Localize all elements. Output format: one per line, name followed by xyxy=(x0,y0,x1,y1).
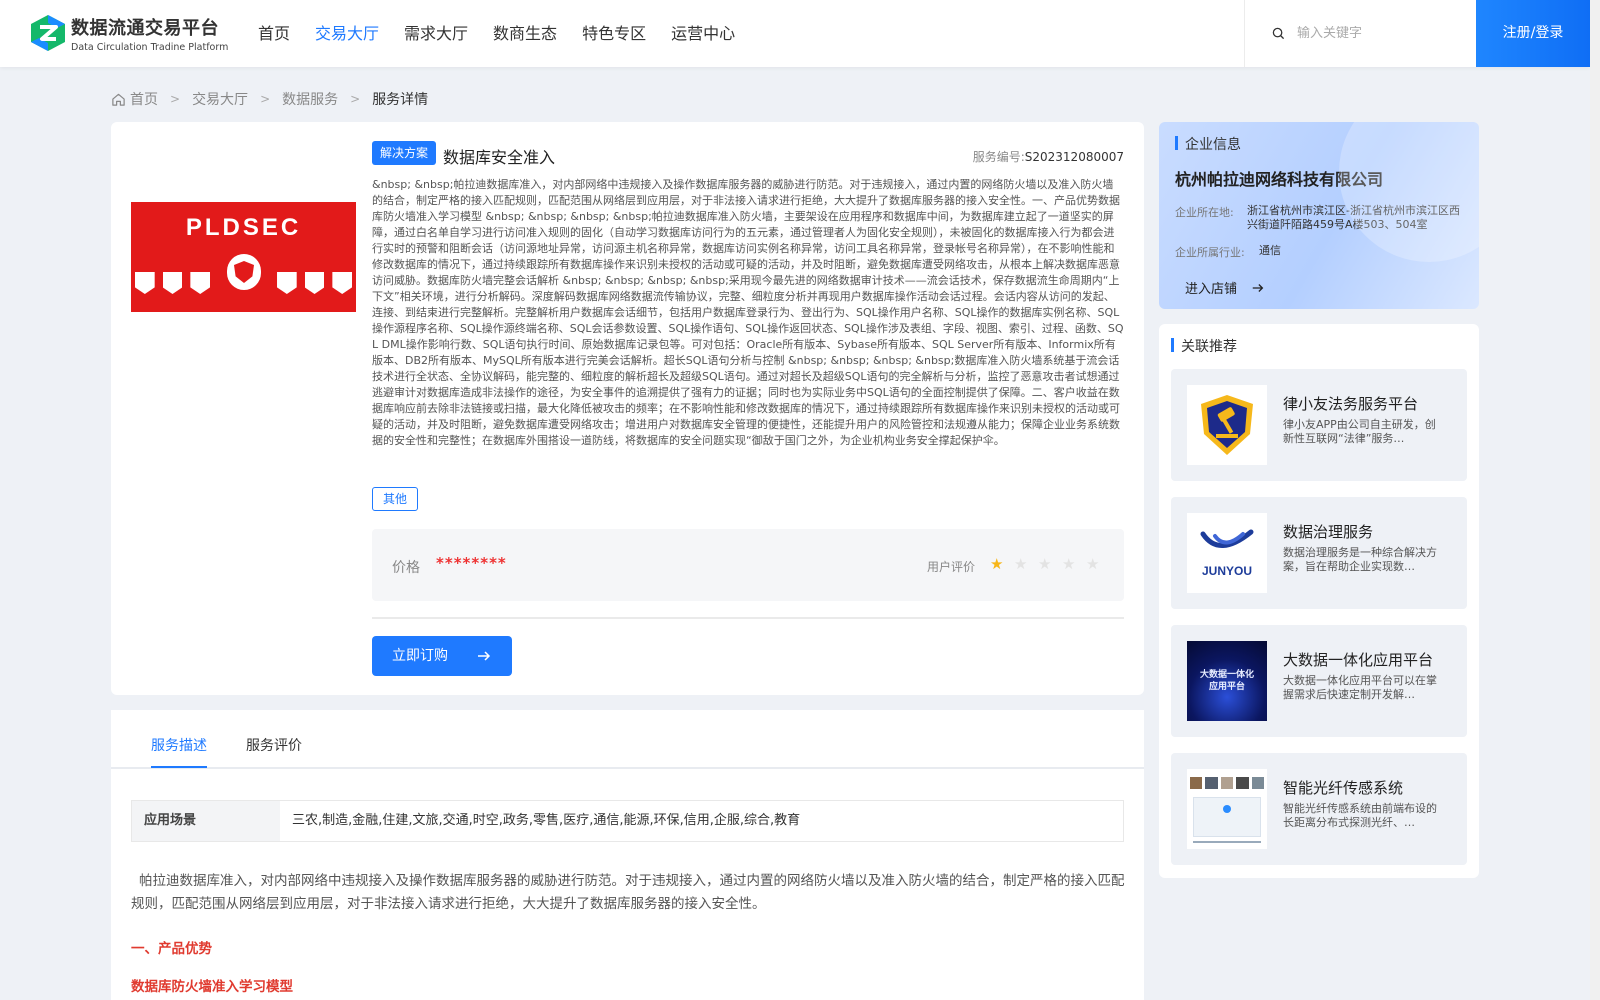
service-description: &nbsp; &nbsp;帕拉迪数据库准入，对内部网络中违规接入及操作数据库服务… xyxy=(372,178,1124,447)
star-icon[interactable]: ★ xyxy=(1014,555,1038,573)
bigdata-thumb: 大数据一体化应用平台 xyxy=(1187,641,1267,721)
scene-table: 应用场景 三农,制造,金融,住建,文旅,交通,时空,政务,零售,医疗,通信,能源… xyxy=(131,800,1124,842)
nav-special-zone[interactable]: 特色专区 xyxy=(582,0,646,67)
star-icon[interactable]: ★ xyxy=(990,555,1014,573)
company-location: 浙江省杭州市滨江区-浙江省杭州市滨江区西兴街道阡陌路459号A楼503、504室 xyxy=(1247,204,1460,231)
recommend-item-title: 律小友法务服务平台 xyxy=(1283,395,1419,413)
active-tab-indicator xyxy=(151,766,207,768)
scene-value: 三农,制造,金融,住建,文旅,交通,时空,政务,零售,医疗,通信,能源,环保,信… xyxy=(292,813,801,828)
fiber-thumb xyxy=(1187,769,1267,849)
subscribe-button[interactable]: 立即订购 xyxy=(372,636,512,676)
gavel-shield-icon xyxy=(1187,385,1267,465)
recommend-section-title: 关联推荐 xyxy=(1181,339,1237,355)
recommend-item-title: 智能光纤传感系统 xyxy=(1283,779,1404,797)
section-heading-learning-model: 数据库防火墙准入学习模型 xyxy=(131,979,293,995)
service-title: 数据库安全准入 xyxy=(443,148,556,167)
recommend-item-title: 数据治理服务 xyxy=(1283,523,1374,541)
bigdata-thumb-text: 大数据一体化应用平台 xyxy=(1199,670,1254,692)
nav-ecosystem[interactable]: 数商生态 xyxy=(493,0,557,67)
recommend-item-desc: 大数据一体化应用平台可以在掌握需求后快速定制开发解… xyxy=(1283,674,1437,701)
price-label: 价格 xyxy=(392,560,420,576)
recommend-item-desc: 智能光纤传感系统由前端布设的长距离分布式探测光纤、… xyxy=(1283,802,1437,829)
recommend-item[interactable]: JUNYOU 数据治理服务 数据治理服务是一种综合解决方案，旨在帮助企业实现数… xyxy=(1171,497,1467,609)
search-input[interactable] xyxy=(1297,26,1467,41)
arrow-right-icon xyxy=(478,651,491,661)
section-marker xyxy=(1171,338,1174,352)
nav-trading-hall[interactable]: 交易大厅 xyxy=(315,0,379,67)
top-header: 数据流通交易平台 Data Circulation Tradine Platfo… xyxy=(0,0,1590,67)
database-shield-icon xyxy=(227,254,261,290)
service-intro: 帕拉迪数据库准入，对内部网络中违规接入及操作数据库服务器的威胁进行防范。对于违规… xyxy=(131,873,1125,912)
arrow-right-icon xyxy=(1252,283,1264,292)
search-box xyxy=(1244,0,1476,67)
main-nav: 首页 交易大厅 需求大厅 数商生态 特色专区 运营中心 xyxy=(258,0,760,67)
breadcrumb-current: 服务详情 xyxy=(372,92,429,108)
breadcrumb-trading-hall[interactable]: 交易大厅 xyxy=(192,89,248,109)
tab-service-review[interactable]: 服务评价 xyxy=(246,735,302,755)
chevron-right-icon: > xyxy=(350,92,361,106)
logo-mark-icon xyxy=(29,13,67,53)
nav-home[interactable]: 首页 xyxy=(258,0,290,67)
company-location-label: 企业所在地: xyxy=(1175,206,1234,219)
tab-service-description[interactable]: 服务描述 xyxy=(151,735,207,755)
nav-demand-hall[interactable]: 需求大厅 xyxy=(404,0,468,67)
site-logo[interactable]: 数据流通交易平台 Data Circulation Tradine Platfo… xyxy=(29,13,228,53)
service-number: 服务编号:S202312080007 xyxy=(973,148,1124,165)
price-box: 价格 ******** 用户评价 ★ ★ ★ ★ ★ xyxy=(372,529,1124,601)
chevron-right-icon: > xyxy=(170,92,181,106)
star-icon[interactable]: ★ xyxy=(1038,555,1062,573)
detail-tabs: 服务描述 服务评价 xyxy=(111,710,1144,769)
breadcrumb: 首页 > 交易大厅 > 数据服务 > 服务详情 xyxy=(111,90,428,108)
company-info-card: 企业信息 杭州帕拉迪网络科技有限公司 企业所在地: 浙江省杭州市滨江区-浙江省杭… xyxy=(1159,122,1479,309)
home-icon xyxy=(112,93,125,106)
section-heading-advantages: 一、产品优势 xyxy=(131,941,212,957)
chevron-right-icon: > xyxy=(260,92,271,106)
scene-label: 应用场景 xyxy=(132,801,280,841)
category-tag[interactable]: 其他 xyxy=(372,487,419,511)
recommend-item-desc: 律小友APP由公司自主研发，创新性互联网“法律”服务… xyxy=(1283,418,1436,445)
rating-stars: ★ ★ ★ ★ ★ xyxy=(990,555,1110,573)
company-name: 杭州帕拉迪网络科技有限公司 xyxy=(1175,170,1384,189)
page-scrollbar[interactable] xyxy=(1590,0,1600,1000)
product-image: PLDSEC xyxy=(131,202,356,312)
enter-store-link[interactable]: 进入店铺 xyxy=(1185,278,1265,297)
breadcrumb-home[interactable]: 首页 xyxy=(130,89,158,109)
company-industry: 通信 xyxy=(1259,244,1281,257)
login-register-button[interactable]: 注册/登录 xyxy=(1476,0,1590,67)
recommend-item[interactable]: 律小友法务服务平台 律小友APP由公司自主研发，创新性互联网“法律”服务… xyxy=(1171,369,1467,481)
price-value: ******** xyxy=(436,554,507,572)
breadcrumb-data-service[interactable]: 数据服务 xyxy=(282,89,338,109)
recommend-item-title: 大数据一体化应用平台 xyxy=(1283,651,1434,669)
product-image-logo-text: PLDSEC xyxy=(185,214,302,241)
logo-subtitle: Data Circulation Tradine Platform xyxy=(71,41,229,53)
divider xyxy=(372,617,1124,619)
recommend-card: 关联推荐 律小友法务服务平台 律小友APP由公司自主研发，创新性互联网“法律”服… xyxy=(1159,324,1479,878)
service-number-label: 服务编号: xyxy=(972,150,1025,164)
recommend-item-desc: 数据治理服务是一种综合解决方案，旨在帮助企业实现数… xyxy=(1283,546,1437,573)
star-icon[interactable]: ★ xyxy=(1086,555,1110,573)
service-number-value: S202312080007 xyxy=(1024,150,1124,164)
junyou-logo: JUNYOU xyxy=(1187,513,1267,593)
search-icon[interactable] xyxy=(1272,27,1285,40)
rating-label: 用户评价 xyxy=(927,560,976,574)
detail-panel: 服务描述 服务评价 应用场景 三农,制造,金融,住建,文旅,交通,时空,政务,零… xyxy=(111,710,1144,1000)
recommend-item[interactable]: 智能光纤传感系统 智能光纤传感系统由前端布设的长距离分布式探测光纤、… xyxy=(1171,753,1467,865)
solution-tag: 解决方案 xyxy=(372,141,437,165)
section-marker xyxy=(1175,136,1178,150)
nav-operations[interactable]: 运营中心 xyxy=(671,0,735,67)
logo-title: 数据流通交易平台 xyxy=(71,17,219,39)
company-section-title: 企业信息 xyxy=(1185,137,1241,153)
enter-store-label: 进入店铺 xyxy=(1185,282,1238,297)
subscribe-button-label: 立即订购 xyxy=(392,648,448,664)
company-industry-label: 企业所属行业: xyxy=(1175,246,1245,259)
recommend-item[interactable]: 大数据一体化应用平台 大数据一体化应用平台 大数据一体化应用平台可以在掌握需求后… xyxy=(1171,625,1467,737)
product-card: PLDSEC 解决方案 数据库安全准入 服务编号:S202312080007 &… xyxy=(111,122,1144,695)
star-icon[interactable]: ★ xyxy=(1062,555,1086,573)
junyou-logo-text: JUNYOU xyxy=(1201,564,1252,578)
